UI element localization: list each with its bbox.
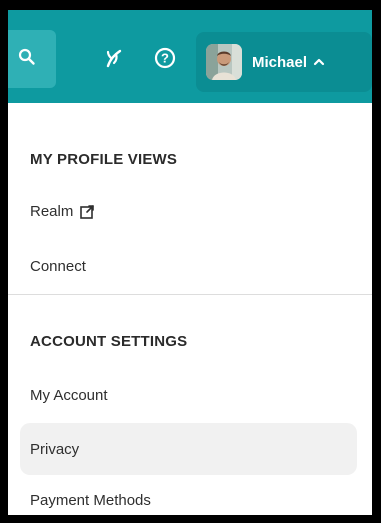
- section-heading-account-settings: ACCOUNT SETTINGS: [30, 333, 188, 350]
- search-button[interactable]: [8, 30, 56, 88]
- search-icon: [18, 48, 36, 71]
- help-icon: ?: [154, 47, 176, 74]
- help-button[interactable]: ?: [149, 44, 181, 76]
- chevron-up-icon: [313, 56, 325, 68]
- menu-item-connect[interactable]: Connect: [30, 258, 86, 275]
- user-dropdown-menu: MY PROFILE VIEWS Realm Connect ACCOUNT S…: [8, 103, 372, 515]
- user-menu-button[interactable]: Michael: [196, 32, 372, 92]
- menu-item-realm-label: Realm: [30, 203, 74, 220]
- section-heading-profile-views: MY PROFILE VIEWS: [30, 151, 178, 168]
- growth-leaf-icon: [102, 46, 126, 75]
- svg-text:?: ?: [161, 50, 169, 65]
- growth-button[interactable]: [98, 44, 130, 76]
- app-window: ? Michael MY PROFILE VIEWS Realm Connect…: [8, 10, 372, 515]
- menu-item-my-account[interactable]: My Account: [30, 387, 108, 404]
- top-navigation-bar: ? Michael: [8, 10, 372, 103]
- external-link-icon: [79, 204, 95, 220]
- menu-divider: [8, 294, 372, 295]
- menu-item-privacy[interactable]: Privacy: [20, 423, 357, 475]
- menu-item-payment-methods[interactable]: Payment Methods: [30, 492, 151, 509]
- avatar[interactable]: [206, 44, 242, 80]
- menu-item-realm[interactable]: Realm: [30, 203, 95, 220]
- user-name[interactable]: Michael: [252, 54, 307, 71]
